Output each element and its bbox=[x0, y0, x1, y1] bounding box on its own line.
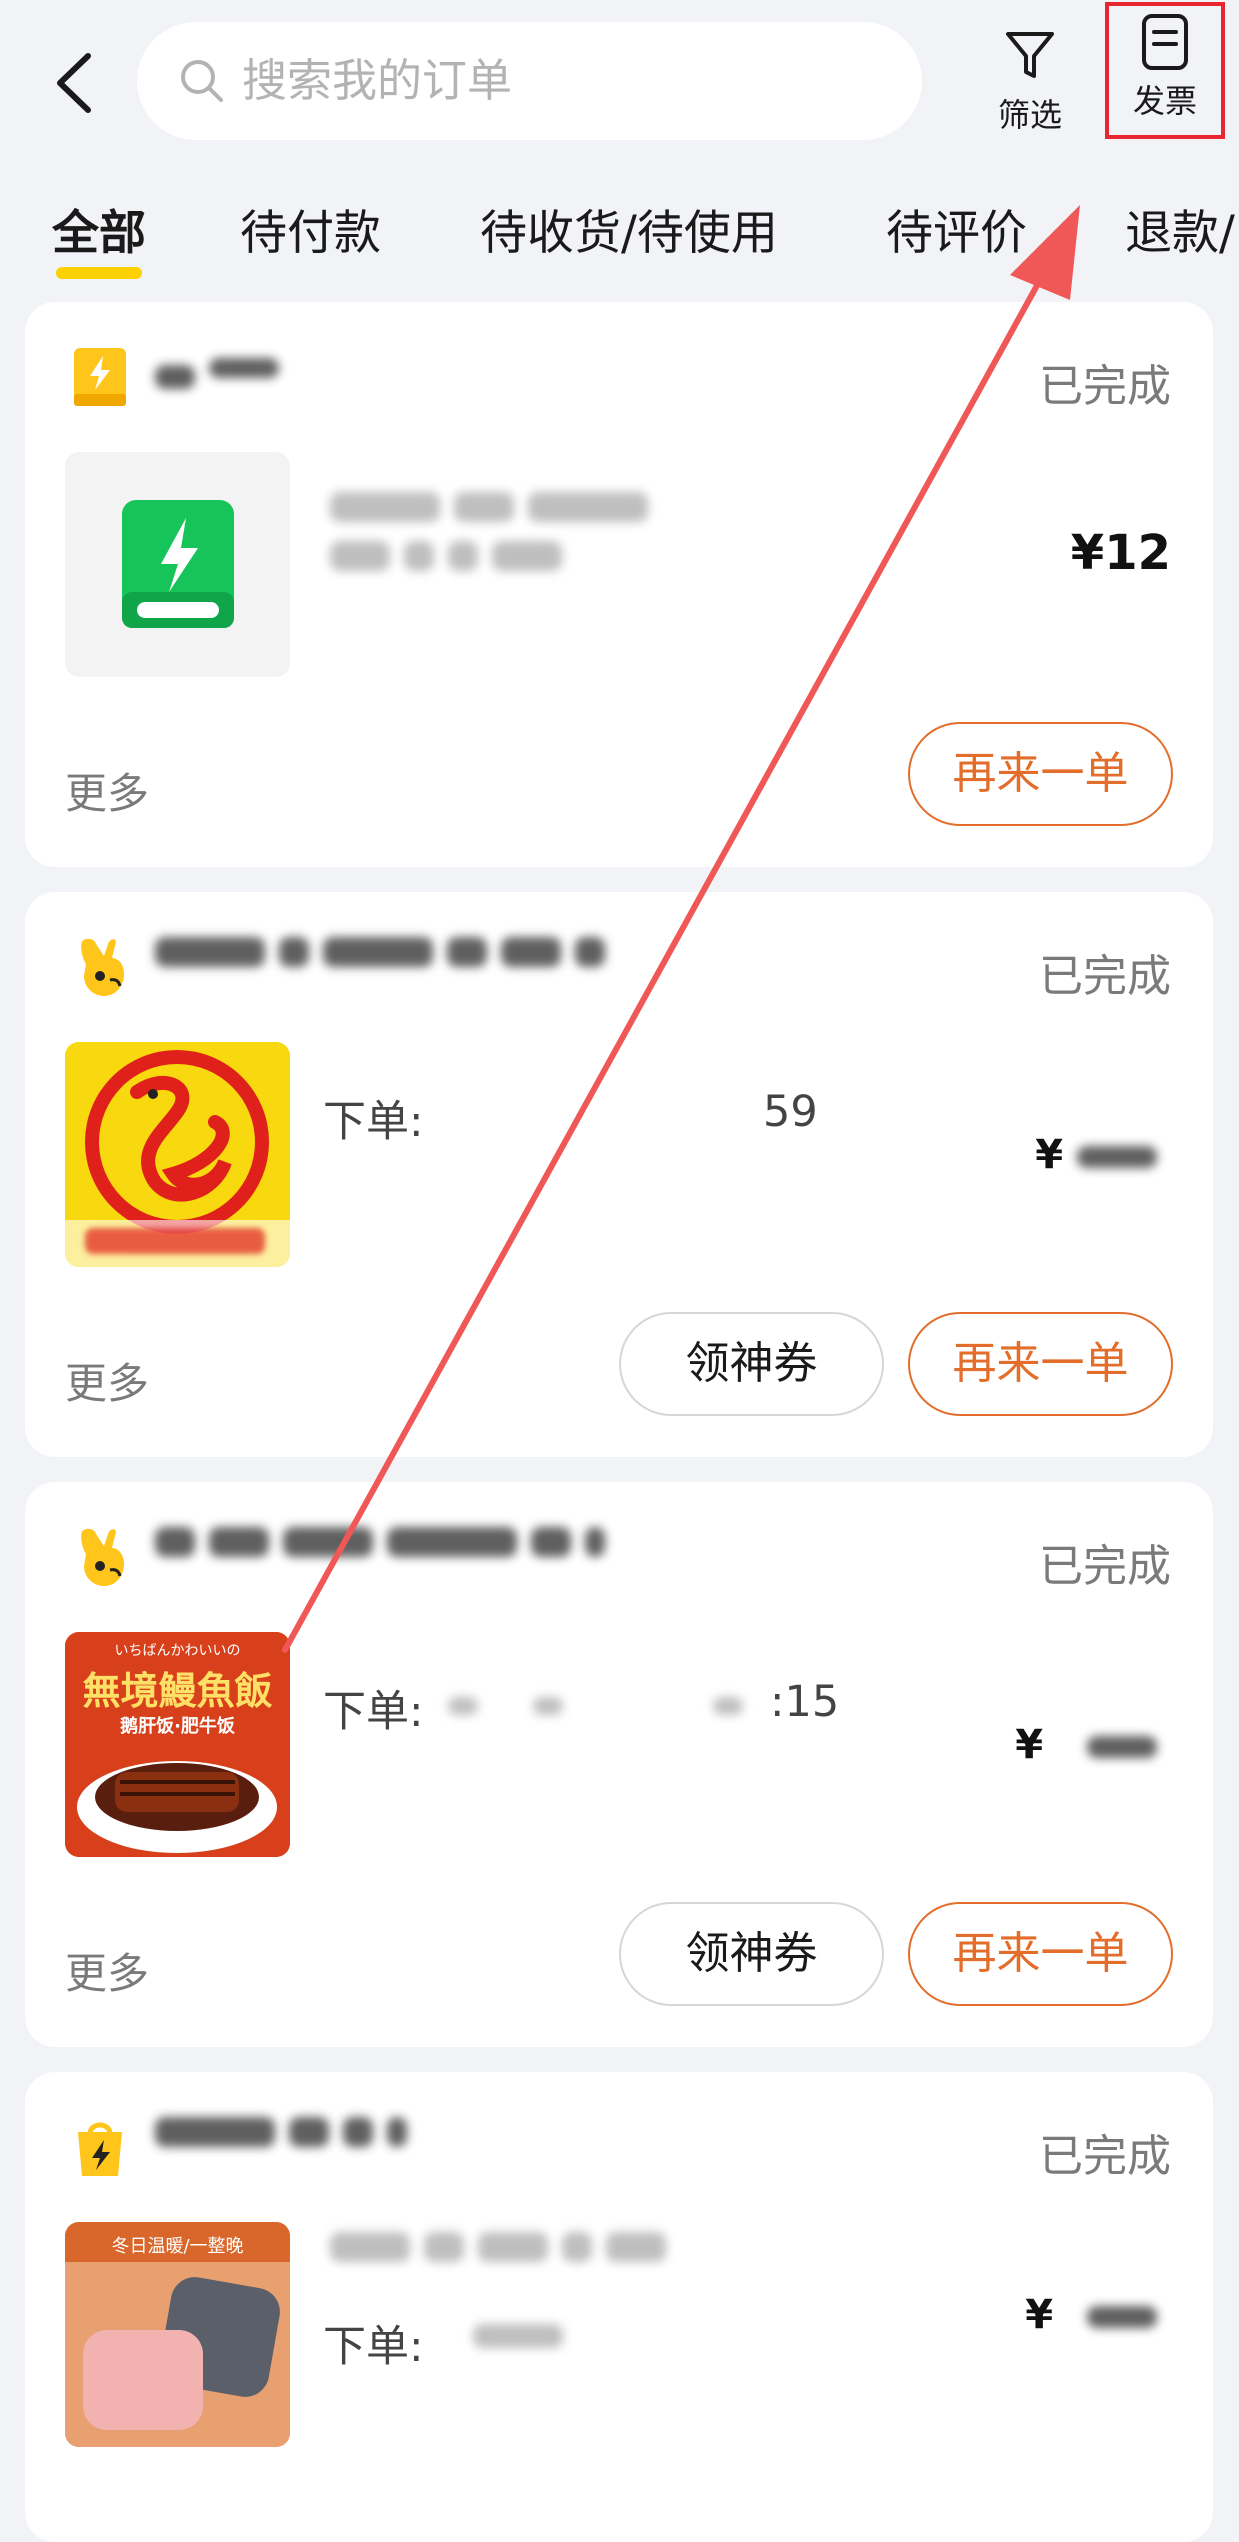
get-coupon-button[interactable]: 领神券 bbox=[619, 1312, 884, 1416]
more-link[interactable]: 更多 bbox=[65, 760, 149, 821]
thumb-top-text: いちばんかわいいの bbox=[114, 1643, 241, 1659]
order-price: ¥12 bbox=[1070, 525, 1171, 581]
reorder-button[interactable]: 再来一单 bbox=[908, 1902, 1173, 2006]
order-card[interactable]: 已完成 ¥12 更多 再来一单 bbox=[25, 302, 1213, 867]
power-bank-store-icon bbox=[74, 348, 126, 406]
order-card[interactable]: 已完成 いちばんかわいいの 無境鰻魚飯 鹅肝饭·肥牛饭 下单: :15 ¥ 更多… bbox=[25, 1482, 1213, 2047]
product-title bbox=[330, 492, 780, 571]
tab-all[interactable]: 全部 bbox=[52, 194, 146, 279]
order-time-label: 下单: bbox=[323, 1687, 424, 1737]
tab-refund[interactable]: 退款/ bbox=[1125, 194, 1235, 263]
order-status: 已完成 bbox=[1039, 1541, 1171, 1592]
invoice-button[interactable]: 发票 bbox=[1105, 2, 1225, 139]
order-time: 下单: bbox=[323, 2312, 563, 2374]
invoice-label: 发票 bbox=[1132, 82, 1197, 120]
order-card[interactable]: 已完成 冬日温暖/一整晚 下单: ¥ bbox=[25, 2072, 1213, 2542]
header: 搜索我的订单 筛选 发票 bbox=[0, 0, 1239, 165]
order-tabs: 全部 待付款 待收货/待使用 待评价 退款/ bbox=[0, 180, 1239, 279]
meituan-kangaroo-icon bbox=[81, 1528, 124, 1586]
order-price: ¥ bbox=[1035, 1132, 1171, 1178]
order-time: 下单: :15 bbox=[323, 1677, 839, 1739]
product-thumbnail: 冬日温暖/一整晚 bbox=[65, 2222, 290, 2447]
order-status: 已完成 bbox=[1039, 361, 1171, 412]
tab-all-label: 全部 bbox=[52, 206, 146, 261]
product-thumbnail bbox=[65, 452, 290, 677]
order-time-label: 下单: bbox=[323, 2322, 424, 2372]
active-tab-indicator bbox=[56, 267, 142, 279]
price-symbol: ¥ bbox=[1035, 1132, 1064, 1178]
shop-name[interactable] bbox=[155, 347, 755, 402]
order-time: 下单: 59 bbox=[323, 1087, 818, 1149]
back-arrow-icon bbox=[57, 53, 91, 113]
meituan-kangaroo-icon bbox=[81, 938, 124, 996]
tab-pending-payment[interactable]: 待付款 bbox=[240, 194, 381, 263]
search-placeholder: 搜索我的订单 bbox=[242, 54, 513, 107]
thumb-title: 無境鰻魚飯 bbox=[82, 1669, 273, 1713]
get-coupon-button[interactable]: 领神券 bbox=[619, 1902, 884, 2006]
product-thumbnail: いちばんかわいいの 無境鰻魚飯 鹅肝饭·肥牛饭 bbox=[65, 1632, 290, 1857]
power-bank-icon bbox=[122, 500, 234, 628]
filter-button[interactable]: 筛选 bbox=[975, 22, 1085, 136]
shop-name[interactable] bbox=[155, 1527, 755, 1582]
reorder-button[interactable]: 再来一单 bbox=[908, 722, 1173, 826]
product-title bbox=[330, 2232, 780, 2262]
thumb-subtitle: 鹅肝饭·肥牛饭 bbox=[120, 1716, 235, 1737]
order-status: 已完成 bbox=[1039, 2131, 1171, 2182]
search-bar[interactable]: 搜索我的订单 bbox=[137, 22, 922, 140]
reorder-button[interactable]: 再来一单 bbox=[908, 1312, 1173, 1416]
thumb-top-text: 冬日温暖/一整晚 bbox=[111, 2236, 244, 2257]
tab-to-review[interactable]: 待评价 bbox=[886, 194, 1027, 263]
order-time-value: 59 bbox=[763, 1087, 818, 1137]
product-thumbnail bbox=[65, 1042, 290, 1267]
swan-logo-icon bbox=[65, 1042, 290, 1267]
shop-name[interactable] bbox=[155, 2117, 755, 2172]
more-link[interactable]: 更多 bbox=[65, 1350, 149, 1411]
order-status: 已完成 bbox=[1039, 951, 1171, 1002]
shop-name[interactable] bbox=[155, 937, 755, 992]
filter-icon bbox=[1006, 32, 1054, 78]
flash-shopping-bag-icon bbox=[78, 2122, 122, 2176]
order-price: ¥ bbox=[1025, 2292, 1171, 2338]
order-time-label: 下单: bbox=[323, 1097, 424, 1147]
search-icon bbox=[181, 60, 223, 102]
order-price: ¥ bbox=[1015, 1722, 1171, 1768]
order-time-value: :15 bbox=[770, 1677, 840, 1727]
back-button[interactable] bbox=[48, 50, 108, 116]
price-symbol: ¥ bbox=[1025, 2292, 1054, 2338]
order-card[interactable]: 已完成 下单: 59 ¥ 更多 领神券 再来一单 bbox=[25, 892, 1213, 1457]
invoice-icon bbox=[1142, 14, 1188, 70]
filter-label: 筛选 bbox=[997, 96, 1062, 134]
tab-to-receive-use[interactable]: 待收货/待使用 bbox=[480, 194, 778, 263]
more-link[interactable]: 更多 bbox=[65, 1940, 149, 2001]
price-symbol: ¥ bbox=[1015, 1722, 1044, 1768]
